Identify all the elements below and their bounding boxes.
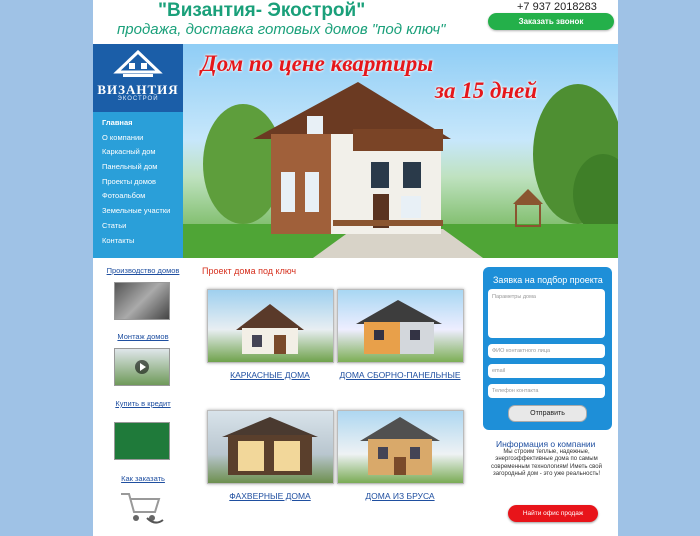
bank-logo[interactable] — [114, 422, 170, 460]
main-nav: Главная О компании Каркасный дом Панельн… — [102, 118, 170, 250]
cart-icon[interactable] — [117, 488, 167, 528]
find-office-button[interactable]: Найти офис продаж — [508, 505, 598, 522]
site-slogan: продажа, доставка готовых домов "под клю… — [117, 21, 446, 38]
nav-item-home[interactable]: Главная — [102, 118, 170, 133]
timber-house-image — [360, 417, 440, 475]
phone-number: +7 937 2018283 — [517, 1, 597, 13]
projects-section-title: Проект дома под ключ — [202, 266, 297, 276]
hero-banner: Дом по цене квартиры за 15 дней — [183, 44, 618, 258]
panel-house-image — [356, 300, 442, 354]
banner-headline-line1: Дом по цене квартиры — [201, 51, 434, 76]
house-logo-icon — [113, 50, 163, 77]
house-params-field[interactable]: Параметры дома — [488, 289, 605, 338]
logo[interactable]: ВИЗАНТИЯ ЭКОСТРОЙ — [93, 44, 183, 112]
nav-item-frame-house[interactable]: Каркасный дом — [102, 147, 170, 162]
logo-subtitle: ЭКОСТРОЙ — [117, 96, 159, 102]
link-credit[interactable]: Купить в кредит — [93, 399, 193, 408]
company-info-text: Мы строим теплые, надежные, энергоэффект… — [491, 449, 602, 478]
request-form: Заявка на подбор проекта Параметры дома … — [483, 267, 612, 430]
request-form-title: Заявка на подбор проекта — [493, 275, 603, 285]
email-field[interactable]: email — [488, 364, 605, 378]
project-card-fachwerk-houses[interactable] — [207, 410, 334, 484]
nav-item-contacts[interactable]: Контакты — [102, 236, 170, 251]
project-label-fachwerk-houses[interactable]: ФАХВЕРНЫЕ ДОМА — [200, 491, 340, 501]
link-installation[interactable]: Монтаж домов — [93, 332, 193, 341]
name-field[interactable]: ФИО контактного лица — [488, 344, 605, 358]
page: "Византия- Экострой" продажа, доставка г… — [93, 0, 618, 536]
play-icon — [135, 360, 149, 374]
project-label-panel-houses[interactable]: ДОМА СБОРНО-ПАНЕЛЬНЫЕ — [330, 370, 470, 380]
project-label-timber-houses[interactable]: ДОМА ИЗ БРУСА — [330, 491, 470, 501]
nav-item-projects[interactable]: Проекты домов — [102, 177, 170, 192]
side-panel: ВИЗАНТИЯ ЭКОСТРОЙ Главная О компании Кар… — [93, 44, 183, 258]
nav-item-panel-house[interactable]: Панельный дом — [102, 162, 170, 177]
link-how-to-order[interactable]: Как заказать — [93, 474, 193, 483]
submit-button[interactable]: Отправить — [508, 405, 587, 422]
phone-field[interactable]: Телефон контакта — [488, 384, 605, 398]
frame-house-image — [236, 304, 304, 354]
production-thumbnail[interactable] — [114, 282, 170, 320]
nav-item-photo-album[interactable]: Фотоальбом — [102, 191, 170, 206]
callback-button[interactable]: Заказать звонок — [488, 13, 614, 30]
project-card-timber-houses[interactable] — [337, 410, 464, 484]
project-label-frame-houses[interactable]: КАРКАСНЫЕ ДОМА — [200, 370, 340, 380]
fachwerk-house-image — [222, 417, 318, 475]
link-production[interactable]: Производство домов — [93, 266, 193, 275]
project-card-frame-houses[interactable] — [207, 289, 334, 363]
site-title: "Византия- Экострой" — [158, 0, 366, 21]
installation-video-thumbnail[interactable] — [114, 348, 170, 386]
banner-headline-line2: за 15 дней — [435, 78, 538, 103]
nav-item-articles[interactable]: Статьи — [102, 221, 170, 236]
nav-item-land[interactable]: Земельные участки — [102, 206, 170, 221]
project-card-panel-houses[interactable] — [337, 289, 464, 363]
company-info-title: Информация о компании — [496, 439, 596, 449]
nav-item-about[interactable]: О компании — [102, 133, 170, 148]
header: "Византия- Экострой" продажа, доставка г… — [93, 0, 618, 44]
